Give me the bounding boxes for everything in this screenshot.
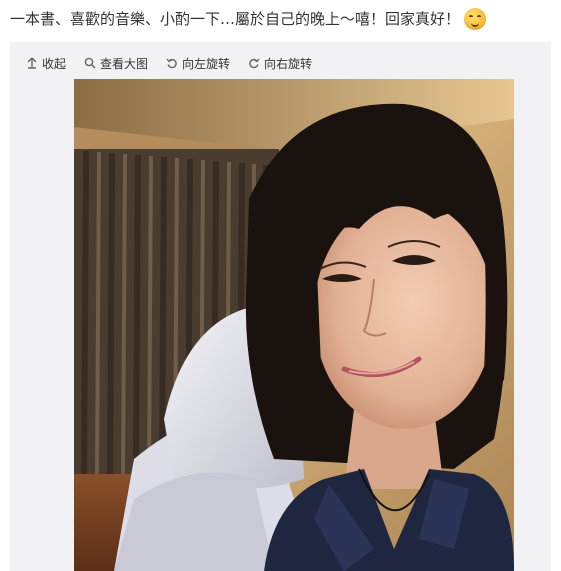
magnifier-icon [84,57,96,69]
rotate-right-icon [249,58,260,69]
view-large-label: 查看大图 [100,56,149,71]
rotate-right-label: 向右旋转 [264,56,313,71]
rotate-right-button[interactable]: 向右旋转 [248,54,312,72]
collapse-button[interactable]: 收起 [26,54,66,72]
rotate-left-button[interactable]: 向左旋转 [166,54,230,72]
collapse-label: 收起 [42,56,67,71]
post-photo[interactable] [74,79,514,571]
image-toolbar: 收起 查看大图 向左旋转 向右旋转 [26,54,312,72]
selfie-illustration [74,79,514,571]
giggle-emoji-icon [464,8,487,30]
view-large-button[interactable]: 查看大图 [84,54,148,72]
media-panel: 收起 查看大图 向左旋转 向右旋转 [10,42,551,571]
collapse-up-icon [27,57,37,69]
rotate-left-icon [166,58,177,69]
rotate-left-label: 向左旋转 [182,56,231,71]
post-text-content: 一本書、喜歡的音樂、小酌一下…屬於自己的晚上～嘻！回家真好！ [10,10,461,28]
post-text: 一本書、喜歡的音樂、小酌一下…屬於自己的晚上～嘻！回家真好！ [10,6,487,32]
